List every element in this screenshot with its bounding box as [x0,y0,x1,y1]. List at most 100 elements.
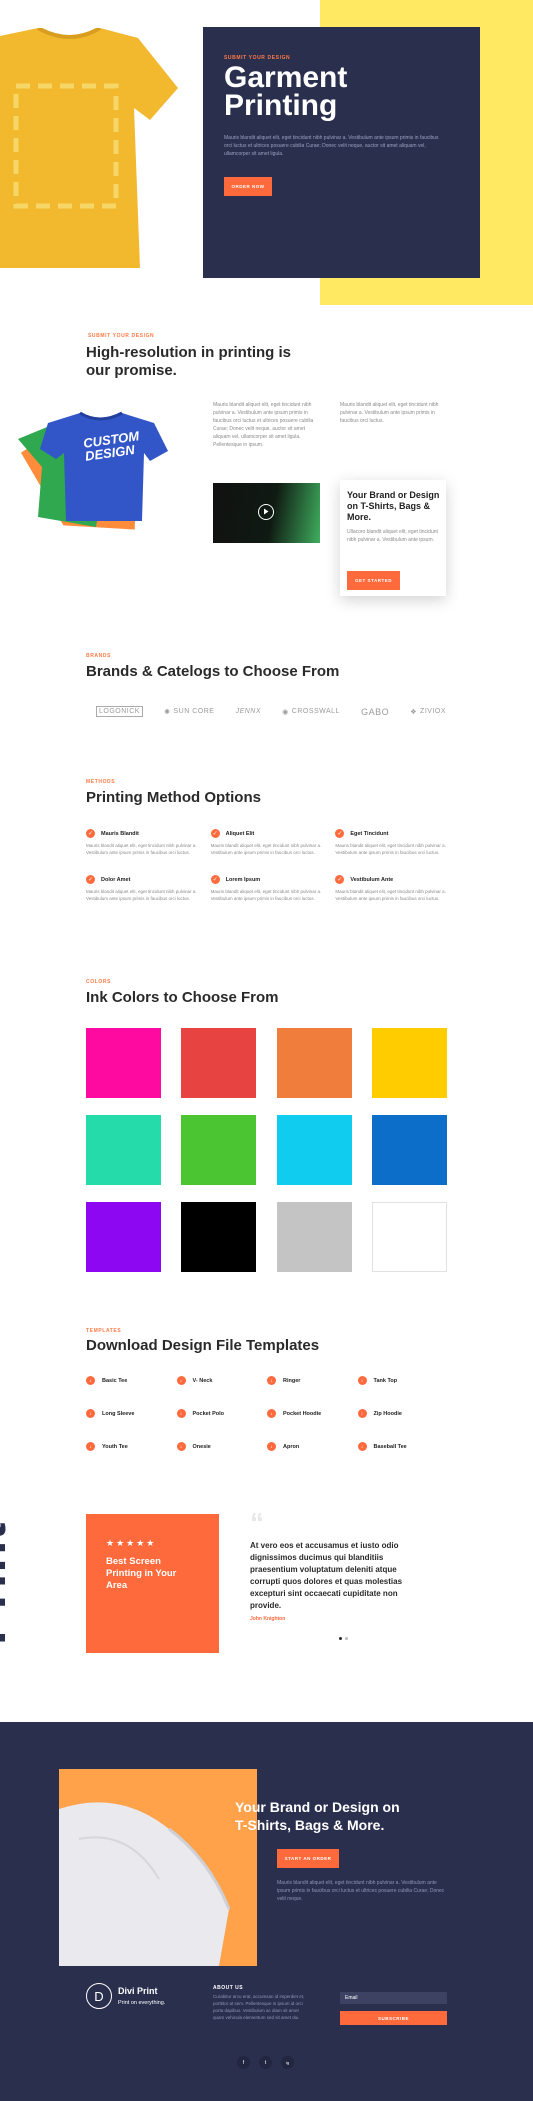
email-field-placeholder: Email [345,1995,358,2001]
cta-title: Your Brand or Design on T-Shirts, Bags &… [235,1798,435,1834]
template-download-link[interactable]: ↓ Apron [267,1442,358,1451]
start-order-button[interactable]: Start an Order [277,1849,339,1868]
download-icon: ↓ [86,1442,95,1451]
about-heading: About Us [213,1985,244,1991]
twitter-icon[interactable]: t [259,2056,272,2069]
color-swatch[interactable] [371,1115,447,1185]
color-swatch[interactable] [371,1028,447,1098]
sun-icon: ✺ [164,708,171,716]
carousel-dot[interactable] [345,1637,348,1640]
download-icon: ↓ [176,1376,186,1385]
template-download-link[interactable]: ↓ Ringer [267,1376,358,1385]
get-started-button[interactable]: Get Started [347,571,400,590]
color-swatch[interactable] [276,1115,352,1185]
promise-column-2: Mauris blandit aliquet elit, eget tincid… [340,402,439,424]
brand-logo-2[interactable]: ✺ SUN CORE [164,706,214,717]
methods-grid: ✓ Mauris Blandit Mauris blandit aliquet e… [86,829,446,902]
color-swatch-grid [86,1028,447,1272]
color-swatch[interactable] [86,1028,161,1098]
template-download-link[interactable]: ↓ Pocket Hoodie [267,1409,358,1418]
template-download-link[interactable]: ↓ Basic Tee [86,1376,177,1385]
methods-kicker: Methods [86,779,116,785]
promo-card-text: Ullacoro blandit aliquet elit, eget tinc… [347,529,438,543]
download-icon: ↓ [357,1442,367,1451]
hero-title: Garment Printing [224,61,424,122]
color-swatch[interactable] [371,1202,447,1272]
footer-brand-name: Divi Print [118,1986,158,1996]
play-icon[interactable] [258,504,274,520]
hero-title-line2: Printing [224,89,338,122]
promise-column-1: Mauris blandit aliquet elit, eget tincid… [213,402,314,448]
color-swatch[interactable] [276,1202,352,1272]
order-now-button[interactable]: Order Now [224,177,272,196]
methods-title: Printing Method Options [86,789,261,806]
color-swatch[interactable] [86,1115,161,1185]
brand-logo-3[interactable]: JENNX [236,706,261,717]
template-download-link[interactable]: ↓ Zip Hoodie [357,1409,449,1418]
brand-logo-5[interactable]: GABO [361,706,389,717]
method-item: ✓ Vestibulum Ante Mauris blandit aliquet … [335,875,446,901]
download-icon: ↓ [86,1409,95,1418]
brands-title: Brands & Catelogs to Choose From [86,663,340,680]
color-swatch[interactable] [86,1202,161,1272]
color-swatch[interactable] [181,1028,257,1098]
template-download-link[interactable]: ↓ V- Neck [176,1376,268,1385]
template-download-link[interactable]: ↓ Baseball Tee [357,1442,449,1451]
method-item: ✓ Aliquet Elit Mauris blandit aliquet eli… [210,829,322,855]
cta-text: Mauris blandit aliquet elit, eget tincid… [277,1880,445,1902]
testimonial-highlight-box: ★★★★★ Best Screen Printing in Your Area [86,1514,219,1653]
method-item: ✓ Eget Tincidunt Mauris blandit aliquet e… [335,829,446,855]
template-download-link[interactable]: ↓ Long Sleeve [86,1409,177,1418]
colors-title: Ink Colors to Choose From [86,989,279,1006]
download-icon: ↓ [176,1409,186,1418]
testimonial-quote: At vero eos et accusamus et iusto odio d… [250,1541,403,1610]
brand-logo-6[interactable]: ❖ ZIVIOX [410,706,446,717]
download-icon: ↓ [357,1409,367,1418]
download-icon: ↓ [86,1376,95,1385]
method-item: ✓ Dolor Amet Mauris blandit aliquet elit,… [86,875,197,901]
check-icon: ✓ [335,875,345,884]
template-download-link[interactable]: ↓ Onesie [176,1442,268,1451]
about-text: Curabitur arcu erat, accumsan id imperdi… [213,1994,305,2020]
hero-title-line1: Garment [224,61,348,94]
carousel-dot-active[interactable] [339,1637,342,1640]
colors-kicker: Colors [86,979,111,985]
hero-description: Mauris blandit aliquet elit, eget tincid… [224,135,439,157]
color-swatch[interactable] [276,1028,352,1098]
cta-title-line2: T-Shirts, Bags & More. [235,1817,385,1833]
social-links: f t ig [237,2056,294,2069]
subscribe-button[interactable]: Subscribe [340,2011,447,2025]
promise-kicker: Submit your design [88,333,155,339]
email-field[interactable]: Email [340,1992,447,2004]
check-icon: ✓ [86,829,95,838]
download-icon: ↓ [176,1442,186,1451]
method-item: ✓ Lorem Ipsum Mauris blandit aliquet elit… [210,875,322,901]
template-download-link[interactable]: ↓ Youth Tee [86,1442,177,1451]
custom-design-tshirts-image [18,411,168,530]
download-icon: ↓ [267,1376,276,1385]
template-download-link[interactable]: ↓ Tank Top [357,1376,449,1385]
brand-logos-row: LOGONICK ✺ SUN CORE JENNX ◉ CROSSWALL GABO… [96,706,446,717]
check-icon: ✓ [210,829,220,838]
templates-kicker: Templates [86,1328,122,1334]
color-swatch[interactable] [181,1202,257,1272]
carousel-dots [339,1637,348,1640]
quote-mark-icon: “ [250,1507,264,1538]
brand-logo-4[interactable]: ◉ CROSSWALL [282,706,340,717]
testimonial-author: John Knighton [250,1616,286,1622]
facebook-icon[interactable]: f [237,2056,250,2069]
hero-tshirt-image [0,28,178,268]
promise-title-line2: our promise. [86,362,177,379]
promise-title-line1: High-resolution in printing is [86,344,291,361]
diamond-icon: ❖ [410,708,418,716]
brands-kicker: Brands [86,653,111,659]
instagram-icon[interactable]: ig [281,2056,294,2069]
download-icon: ↓ [357,1376,367,1385]
download-icon: ↓ [267,1409,276,1418]
eye-icon: ◉ [282,708,289,716]
brand-logo-1[interactable]: LOGONICK [96,706,143,717]
template-download-link[interactable]: ↓ Pocket Polo [176,1409,268,1418]
promo-card: Your Brand or Design on T-Shirts, Bags &… [340,480,446,596]
color-swatch[interactable] [181,1115,257,1185]
templates-grid: ↓ Basic Tee ↓ V- Neck ↓ Ringer ↓ Tank Top ↓ L… [86,1376,448,1451]
